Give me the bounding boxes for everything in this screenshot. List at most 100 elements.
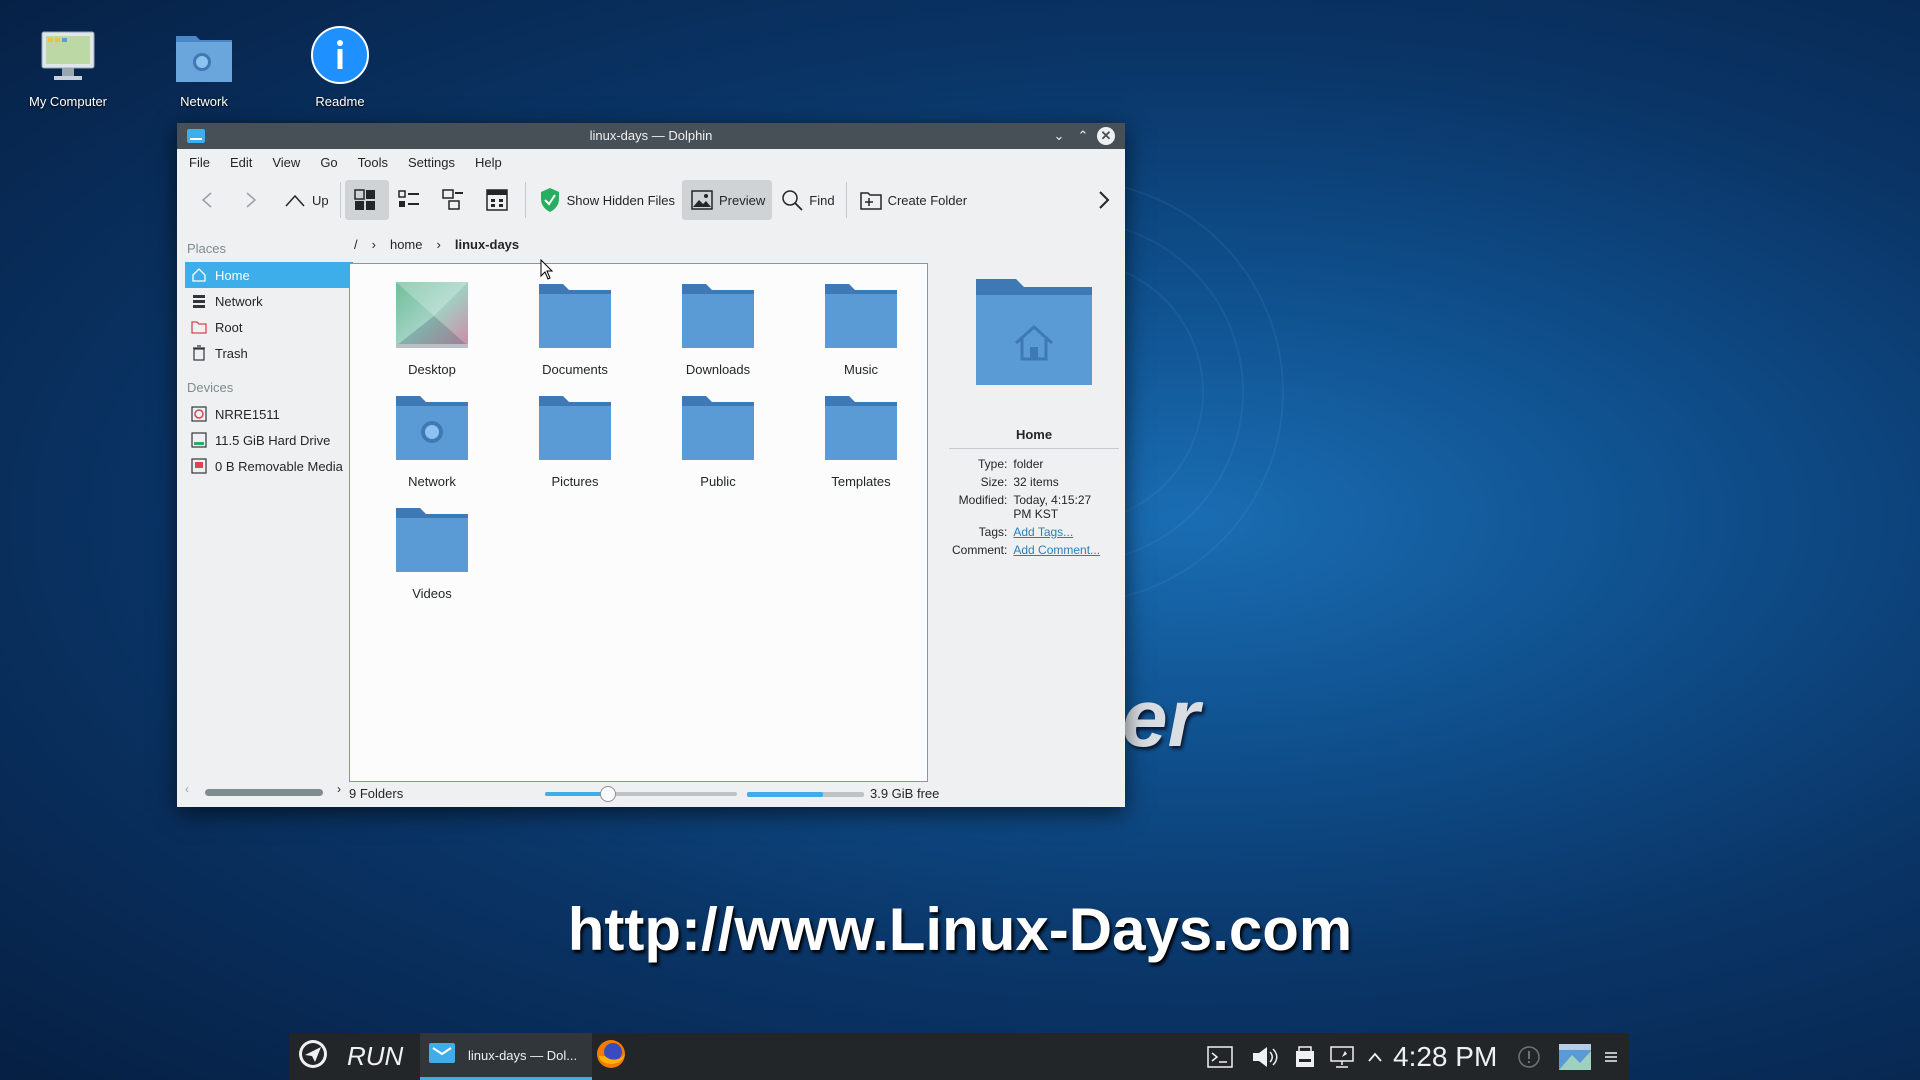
application-launcher[interactable] bbox=[297, 1033, 329, 1080]
back-button[interactable] bbox=[187, 180, 231, 220]
icons-view-button[interactable] bbox=[344, 180, 389, 220]
places-item-network[interactable]: Network bbox=[185, 288, 353, 314]
tray-terminal-icon[interactable] bbox=[1207, 1033, 1233, 1080]
file-item-templates[interactable]: Templates bbox=[796, 392, 926, 489]
scroll-left-icon[interactable]: ‹ bbox=[185, 782, 189, 796]
network-status-icon[interactable] bbox=[1329, 1033, 1355, 1080]
breadcrumb-separator-icon: › bbox=[371, 237, 376, 252]
compact-view-button[interactable] bbox=[389, 180, 433, 220]
split-view-icon bbox=[484, 187, 510, 213]
file-item-label: Downloads bbox=[685, 362, 751, 377]
menu-file[interactable]: File bbox=[189, 155, 210, 170]
window-titlebar[interactable]: linux-days — Dolphin ⌄ ⌃ ✕ bbox=[177, 123, 1125, 149]
details-view-button[interactable] bbox=[433, 180, 477, 220]
folder-icon bbox=[537, 280, 613, 354]
desktop-icon-readme[interactable]: Readme bbox=[285, 26, 395, 109]
file-view[interactable]: Desktop Documents Downloads Music Networ… bbox=[349, 263, 928, 782]
zoom-slider-handle[interactable] bbox=[600, 786, 617, 802]
file-item-music[interactable]: Music bbox=[796, 280, 926, 377]
volume-icon[interactable] bbox=[1251, 1033, 1279, 1080]
trash-icon bbox=[191, 345, 207, 361]
folder-count: 9 Folders bbox=[349, 786, 404, 801]
places-item-label: Root bbox=[215, 319, 243, 335]
file-item-documents[interactable]: Documents bbox=[510, 280, 640, 377]
forward-button[interactable] bbox=[231, 180, 275, 220]
device-item-nrre1511[interactable]: NRRE1511 bbox=[185, 401, 353, 427]
device-item-hard-drive[interactable]: 11.5 GiB Hard Drive bbox=[185, 427, 353, 453]
file-item-label: Desktop bbox=[408, 362, 456, 377]
create-folder-button[interactable]: Create Folder bbox=[851, 180, 974, 220]
file-item-label: Templates bbox=[831, 474, 891, 489]
desktop-icon-my-computer[interactable]: My Computer bbox=[13, 26, 123, 109]
mouse-cursor-icon bbox=[540, 258, 554, 286]
show-hidden-files-button[interactable]: Show Hidden Files bbox=[530, 180, 682, 220]
home-icon bbox=[191, 267, 207, 283]
info-properties: Type: folder Size: 32 items Modified: Today… bbox=[949, 455, 1106, 559]
removable-media-icon bbox=[191, 458, 207, 474]
add-tags-link[interactable]: Add Tags... bbox=[1013, 525, 1073, 539]
file-item-desktop[interactable]: Desktop bbox=[367, 280, 497, 377]
add-comment-link[interactable]: Add Comment... bbox=[1013, 543, 1100, 557]
menu-tools[interactable]: Tools bbox=[358, 155, 388, 170]
places-item-trash[interactable]: Trash bbox=[185, 340, 353, 366]
places-horizontal-scrollbar[interactable]: ‹ › bbox=[185, 782, 353, 799]
file-item-pictures[interactable]: Pictures bbox=[510, 392, 640, 489]
launcher-icon bbox=[297, 1038, 329, 1075]
menu-go[interactable]: Go bbox=[320, 155, 337, 170]
disk-space-used bbox=[747, 792, 824, 797]
info-type-value: folder bbox=[1013, 457, 1044, 471]
split-view-button[interactable] bbox=[477, 180, 521, 220]
panel-menu-icon[interactable] bbox=[1604, 1033, 1618, 1080]
notifications-icon[interactable] bbox=[1517, 1033, 1541, 1080]
image-preview-icon bbox=[689, 187, 715, 213]
menu-help[interactable]: Help bbox=[475, 155, 502, 170]
menu-edit[interactable]: Edit bbox=[230, 155, 252, 170]
preview-button[interactable]: Preview bbox=[682, 180, 773, 220]
breadcrumb-root[interactable]: / bbox=[354, 237, 358, 252]
info-icon bbox=[308, 26, 372, 90]
zoom-slider[interactable] bbox=[545, 786, 737, 802]
details-view-icon bbox=[440, 187, 466, 213]
search-icon bbox=[779, 187, 805, 213]
file-item-downloads[interactable]: Downloads bbox=[653, 280, 783, 377]
device-item-label: 11.5 GiB Hard Drive bbox=[215, 432, 331, 448]
compact-view-icon bbox=[396, 187, 422, 213]
network-folder-icon bbox=[172, 26, 236, 90]
task-dolphin[interactable]: linux-days — Dol... bbox=[420, 1033, 592, 1080]
breadcrumb-current[interactable]: linux-days bbox=[455, 237, 519, 252]
file-item-public[interactable]: Public bbox=[653, 392, 783, 489]
close-button[interactable]: ✕ bbox=[1097, 127, 1115, 145]
wallpaper-text-fragment: er bbox=[1122, 673, 1200, 764]
find-button[interactable]: Find bbox=[772, 180, 841, 220]
places-item-root[interactable]: Root bbox=[185, 314, 353, 340]
shield-icon bbox=[537, 187, 563, 213]
menu-view[interactable]: View bbox=[272, 155, 300, 170]
folder-icon bbox=[394, 504, 470, 578]
places-item-home[interactable]: Home bbox=[185, 262, 353, 288]
scroll-right-icon[interactable]: › bbox=[337, 782, 341, 796]
removable-device-icon[interactable] bbox=[1294, 1033, 1316, 1080]
file-item-videos[interactable]: Videos bbox=[367, 504, 497, 601]
menu-settings[interactable]: Settings bbox=[408, 155, 455, 170]
show-desktop-icon[interactable] bbox=[1558, 1033, 1592, 1080]
minimize-button[interactable]: ⌄ bbox=[1050, 127, 1068, 145]
information-panel: Home Type: folder Size: 32 items Modified:… bbox=[949, 263, 1119, 559]
file-item-network[interactable]: Network bbox=[367, 392, 497, 489]
dolphin-task-icon bbox=[428, 1042, 456, 1069]
scrollbar-thumb[interactable] bbox=[205, 789, 323, 796]
info-item-name: Home bbox=[949, 427, 1119, 449]
firefox-launcher[interactable] bbox=[595, 1033, 627, 1080]
file-item-label: Documents bbox=[542, 362, 608, 377]
new-folder-icon bbox=[858, 187, 884, 213]
breadcrumb: / › home › linux-days bbox=[349, 237, 533, 252]
clock[interactable]: 4:28 PM bbox=[1393, 1033, 1497, 1080]
breadcrumb-home[interactable]: home bbox=[390, 237, 423, 252]
tray-expand-icon[interactable] bbox=[1368, 1033, 1382, 1080]
desktop-icon-network[interactable]: Network bbox=[149, 26, 259, 109]
up-button[interactable]: Up bbox=[275, 180, 336, 220]
device-item-removable-media[interactable]: 0 B Removable Media bbox=[185, 453, 353, 479]
toolbar-overflow-button[interactable] bbox=[1097, 188, 1111, 215]
dolphin-window[interactable]: linux-days — Dolphin ⌄ ⌃ ✕ File Edit Vie… bbox=[177, 123, 1125, 807]
maximize-button[interactable]: ⌃ bbox=[1074, 127, 1092, 145]
run-label[interactable]: RUN bbox=[347, 1033, 403, 1080]
